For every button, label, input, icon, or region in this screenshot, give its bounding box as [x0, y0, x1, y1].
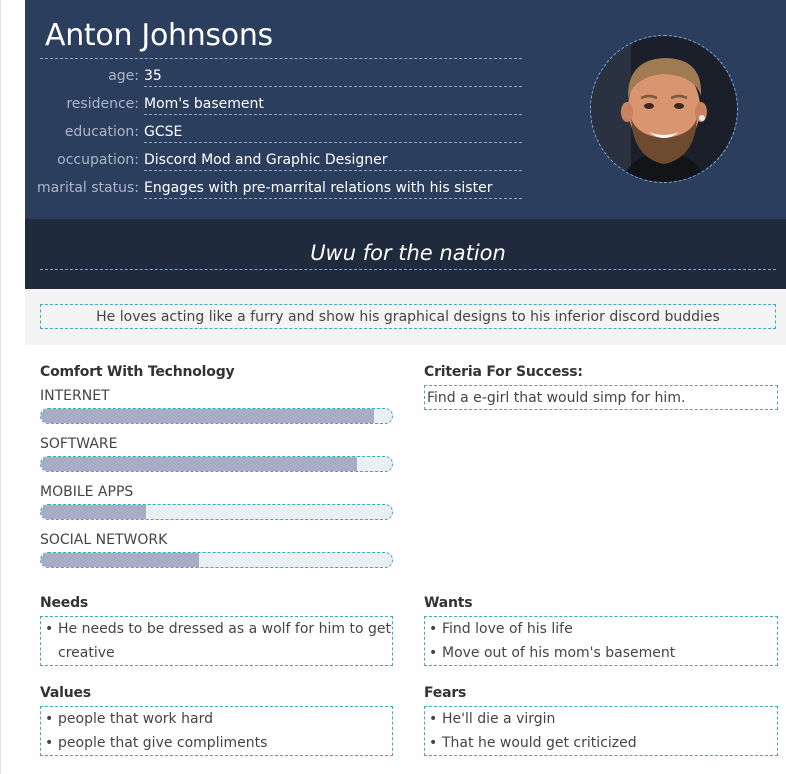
persona-summary: He loves acting like a furry and show hi…: [40, 304, 776, 329]
skill-bar-fill: [41, 457, 357, 471]
detail-label: occupation:: [57, 152, 139, 168]
fears-title: Fears: [424, 685, 467, 701]
detail-value: 35: [144, 64, 522, 87]
skill-bar-fill: [41, 409, 375, 423]
list-item: people that give compliments: [41, 731, 392, 755]
criteria-text: Find a e-girl that would simp for him.: [427, 390, 686, 406]
technology-title: Comfort With Technology: [40, 364, 235, 380]
detail-label: marital status:: [36, 180, 139, 196]
list-item: He'll die a virgin: [425, 707, 777, 731]
avatar-photo-icon: [591, 36, 737, 182]
fears-list: He'll die a virgin That he would get cri…: [425, 707, 777, 755]
detail-label: age:: [108, 68, 139, 84]
persona-quote: Uwu for the nation: [40, 241, 776, 270]
detail-value: Mom's basement: [144, 92, 522, 115]
values-box: people that work hard people that give c…: [40, 706, 393, 756]
skill-label-social-network: SOCIAL NETWORK: [40, 532, 168, 548]
persona-name: Anton Johnsons: [45, 18, 273, 53]
detail-value: GCSE: [144, 120, 522, 143]
needs-title: Needs: [40, 595, 89, 611]
criteria-title: Criteria For Success:: [424, 364, 583, 380]
summary-band: He loves acting like a furry and show hi…: [25, 289, 786, 345]
list-item: people that work hard: [41, 707, 392, 731]
wants-box: Find love of his life Move out of his mo…: [424, 616, 778, 666]
persona-header: Anton Johnsons age: 35 residence: Mom's …: [25, 0, 786, 219]
detail-value: Discord Mod and Graphic Designer: [144, 148, 522, 171]
avatar: [590, 35, 738, 183]
skill-bar-mobile-apps: [40, 504, 393, 520]
skill-label-internet: INTERNET: [40, 388, 110, 404]
needs-box: He needs to be dressed as a wolf for him…: [40, 616, 393, 666]
detail-value: Engages with pre-marrital relations with…: [144, 176, 522, 199]
list-item: That he would get criticized: [425, 731, 777, 755]
name-underline: [40, 58, 522, 59]
page-edge-line: [0, 0, 1, 774]
skill-bar-fill: [41, 553, 199, 567]
values-list: people that work hard people that give c…: [41, 707, 392, 755]
criteria-box: Find a e-girl that would simp for him.: [424, 385, 778, 410]
fears-box: He'll die a virgin That he would get cri…: [424, 706, 778, 756]
skill-label-software: SOFTWARE: [40, 436, 118, 452]
skill-label-mobile-apps: MOBILE APPS: [40, 484, 134, 500]
skill-bar-software: [40, 456, 393, 472]
skill-bar-internet: [40, 408, 393, 424]
list-item: Move out of his mom's basement: [425, 641, 777, 665]
list-item: He needs to be dressed as a wolf for him…: [41, 617, 392, 665]
list-item: Find love of his life: [425, 617, 777, 641]
values-title: Values: [40, 685, 91, 701]
wants-title: Wants: [424, 595, 473, 611]
needs-list: He needs to be dressed as a wolf for him…: [41, 617, 392, 665]
detail-label: education:: [64, 124, 139, 140]
skill-bar-fill: [41, 505, 147, 519]
skill-bar-social-network: [40, 552, 393, 568]
detail-label: residence:: [66, 96, 139, 112]
wants-list: Find love of his life Move out of his mo…: [425, 617, 777, 665]
quote-band: Uwu for the nation: [25, 219, 786, 289]
